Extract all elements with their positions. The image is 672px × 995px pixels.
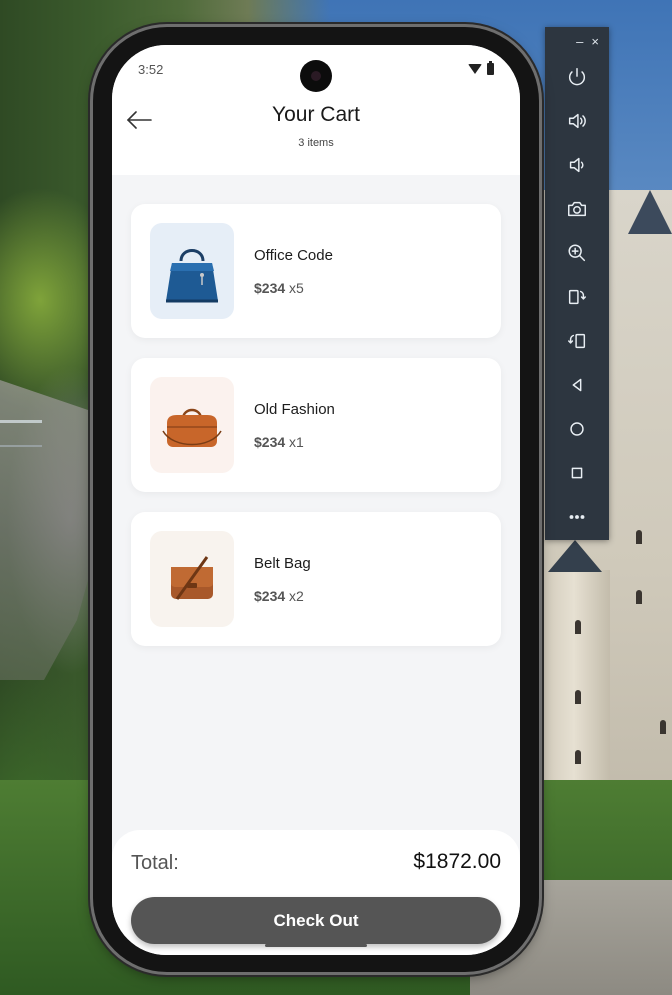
back-triangle-icon [572, 378, 582, 392]
castle-window [660, 720, 666, 734]
overview-button[interactable] [545, 451, 609, 495]
zoom-in-icon [568, 244, 586, 262]
phone-frame: 3:52 Your Cart 3 items Office Code $234 … [93, 27, 539, 972]
castle-window [575, 620, 581, 634]
product-price: $234 [254, 588, 286, 604]
status-bar: 3:52 [112, 45, 520, 95]
cart-item[interactable]: Old Fashion $234 x1 [131, 358, 501, 492]
volume-down-icon [569, 157, 584, 173]
product-price: $234 [254, 280, 286, 296]
power-button[interactable] [545, 55, 609, 99]
battery-icon [487, 61, 494, 75]
product-quantity: x2 [289, 588, 304, 604]
product-thumbnail [150, 377, 234, 473]
cart-list: Office Code $234 x5 Old Fashion $234 x1 … [131, 204, 501, 666]
price-line: $234 x1 [254, 434, 304, 450]
rotate-right-icon [568, 333, 586, 349]
total-amount: $1872.00 [413, 850, 501, 873]
front-camera [300, 60, 332, 92]
home-indicator[interactable] [265, 944, 367, 947]
blue-handbag-icon [166, 249, 218, 303]
home-button[interactable] [545, 407, 609, 451]
screenshot-button[interactable] [545, 187, 609, 231]
page-title: Your Cart [272, 103, 360, 126]
emulator-toolbar: – × [545, 27, 609, 540]
price-line: $234 x5 [254, 280, 304, 296]
more-button[interactable] [545, 495, 609, 539]
volume-down-button[interactable] [545, 143, 609, 187]
total-label: Total: [131, 852, 179, 874]
overview-square-icon [571, 467, 583, 479]
castle-window [636, 590, 642, 604]
power-icon [568, 68, 586, 86]
leather-messenger-bag-icon [171, 556, 213, 600]
product-quantity: x1 [289, 434, 304, 450]
checkout-panel: Total: $1872.00 Check Out [112, 830, 520, 955]
product-thumbnail [150, 223, 234, 319]
home-circle-icon [570, 422, 584, 436]
checkout-button[interactable]: Check Out [131, 897, 501, 944]
castle-window [636, 530, 642, 544]
product-name: Old Fashion [254, 401, 335, 418]
volume-up-icon [568, 113, 586, 129]
more-icon [569, 515, 585, 519]
product-price: $234 [254, 434, 286, 450]
product-quantity: x5 [289, 280, 304, 296]
product-name: Belt Bag [254, 555, 311, 572]
phone-screen: 3:52 Your Cart 3 items Office Code $234 … [112, 45, 520, 955]
status-time: 3:52 [138, 62, 164, 77]
castle-window [575, 690, 581, 704]
zoom-button[interactable] [545, 231, 609, 275]
rotate-right-button[interactable] [545, 319, 609, 363]
cart-item[interactable]: Belt Bag $234 x2 [131, 512, 501, 646]
castle-window [575, 750, 581, 764]
product-name: Office Code [254, 247, 333, 264]
status-icons [468, 61, 494, 75]
bridge [0, 420, 42, 447]
camera-icon [568, 201, 586, 217]
toolbar-window-controls: – × [545, 27, 609, 55]
back-button[interactable] [545, 363, 609, 407]
rotate-left-button[interactable] [545, 275, 609, 319]
cart-item[interactable]: Office Code $234 x5 [131, 204, 501, 338]
product-thumbnail [150, 531, 234, 627]
volume-up-button[interactable] [545, 99, 609, 143]
item-count: 3 items [298, 137, 334, 149]
brown-duffel-bag-icon [162, 408, 222, 447]
rotate-left-icon [568, 289, 586, 305]
close-button[interactable]: × [591, 35, 599, 48]
price-line: $234 x2 [254, 588, 304, 604]
wifi-icon [468, 64, 482, 74]
minimize-button[interactable]: – [576, 35, 583, 48]
